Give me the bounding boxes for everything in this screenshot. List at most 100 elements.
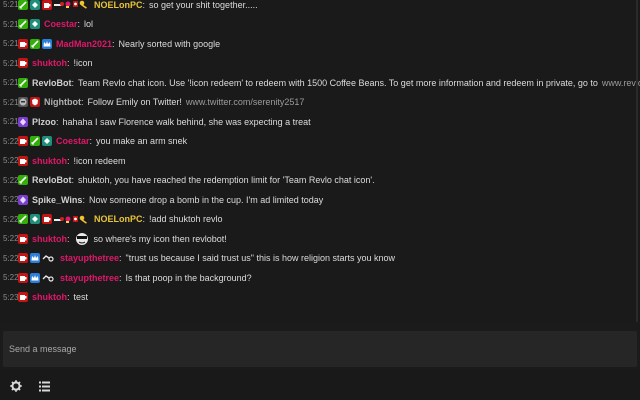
vip-diamond-icon[interactable]: [30, 214, 40, 225]
message-text: !icon: [73, 58, 93, 69]
message-text: test: [73, 292, 89, 303]
chat-username[interactable]: MadMan2021: [56, 39, 112, 49]
message-text: "trust us because I said trust us" this …: [125, 253, 396, 264]
message-text: so get your shit together.....: [149, 0, 258, 10]
message-text: Follow Emily on Twitter!: [87, 97, 182, 108]
username-colon: :: [56, 116, 59, 127]
message-timestamp: 5:22: [3, 214, 19, 224]
vip-diamond-icon[interactable]: [30, 19, 40, 30]
message-timestamp: 5:21: [3, 78, 19, 88]
vip-diamond-icon[interactable]: [30, 0, 40, 10]
subscriber-cup-icon[interactable]: [18, 155, 28, 166]
chat-message: 5:22 stayupthetree: "trust us because I sa…: [0, 249, 640, 269]
chat-username[interactable]: shuktoh: [32, 234, 67, 244]
moderator-sword-icon[interactable]: [30, 136, 40, 147]
shield-badge-icon[interactable]: [30, 97, 40, 108]
moderator-sword-icon[interactable]: [18, 77, 28, 88]
chat-input-container[interactable]: [3, 331, 637, 367]
message-timestamp: 5:22: [3, 175, 19, 185]
chat-message: 5:21 RevloBot: Team Revlo chat icon. Use '…: [0, 73, 640, 93]
message-timestamp: 5:22: [3, 234, 19, 244]
subscriber-cup-icon[interactable]: [18, 253, 28, 264]
username-colon: :: [119, 253, 122, 264]
chat-bottom-toolbar: [0, 370, 640, 400]
chat-message: 5:22 Coestar: you make an arm snek: [0, 132, 640, 152]
subscriber-gem-icon[interactable]: [18, 116, 28, 127]
subscriber-cup-icon[interactable]: [42, 214, 52, 225]
message-timestamp: 5:21: [3, 58, 19, 68]
moderator-sword-icon[interactable]: [18, 0, 28, 10]
message-link[interactable]: www.twitter.com/serenity2517: [186, 97, 305, 107]
message-timestamp: 5:22: [3, 253, 19, 263]
moderator-sword-icon[interactable]: [18, 175, 28, 186]
gear-icon: [10, 380, 22, 392]
chat-username[interactable]: RevloBot: [32, 78, 72, 88]
chat-message: 5:21 Plzoo: hahaha I saw Florence walk beh…: [0, 112, 640, 132]
chat-message-list[interactable]: 5:21 NOELonPC: so get your shit together..…: [0, 0, 640, 322]
chat-username[interactable]: Plzoo: [32, 117, 56, 127]
chat-username[interactable]: NOELonPC: [94, 214, 143, 224]
subscriber-cup-icon[interactable]: [18, 58, 28, 69]
message-text: hahaha I saw Florence walk behind, she w…: [62, 116, 311, 127]
message-text: !add shuktoh revlo: [149, 214, 223, 225]
chat-message: 5:22 stayupthetree: Is that poop in the ba…: [0, 268, 640, 288]
username-colon: :: [67, 233, 70, 244]
moderator-sword-icon[interactable]: [18, 19, 28, 30]
chat-username[interactable]: Coestar: [44, 19, 78, 29]
moderator-sword-icon[interactable]: [30, 38, 40, 49]
message-timestamp: 5:22: [3, 156, 19, 166]
viewer-list-button[interactable]: [36, 378, 52, 394]
message-timestamp: 5:23: [3, 292, 19, 302]
chat-username[interactable]: shuktoh: [32, 292, 67, 302]
subscriber-cup-icon[interactable]: [18, 272, 28, 283]
mini-emotes-icon: [54, 0, 90, 11]
chat-username[interactable]: RevloBot: [32, 175, 72, 185]
message-timestamp: 5:21: [3, 117, 19, 127]
message-text: Nearly sorted with google: [118, 38, 221, 49]
settings-button[interactable]: [8, 378, 24, 394]
subscriber-cup-icon[interactable]: [18, 38, 28, 49]
vip-diamond-icon[interactable]: [42, 136, 52, 147]
chat-username[interactable]: stayupthetree: [60, 273, 119, 283]
message-text: you make an arm snek: [96, 136, 188, 147]
chat-username[interactable]: Coestar: [56, 136, 90, 146]
chat-username[interactable]: shuktoh: [32, 58, 67, 68]
message-link[interactable]: www.revlo.co/oshi7 .: [602, 78, 640, 88]
subscriber-cup-icon[interactable]: [42, 0, 52, 10]
list-icon: [38, 381, 50, 391]
message-text: Is that poop in the background?: [125, 272, 252, 283]
username-colon: :: [112, 38, 115, 49]
moderator-sword-icon[interactable]: [18, 214, 28, 225]
message-timestamp: 5:22: [3, 136, 19, 146]
glasses-badge-icon[interactable]: [42, 273, 56, 283]
glasses-badge-icon[interactable]: [42, 253, 56, 263]
message-timestamp: 5:21: [3, 0, 19, 10]
chat-message-input[interactable]: [3, 331, 637, 367]
username-colon: :: [142, 214, 146, 225]
subscriber-cup-icon[interactable]: [18, 233, 28, 244]
chat-scrollbar[interactable]: [636, 0, 638, 322]
bot-badge-icon[interactable]: [18, 97, 28, 108]
username-colon: :: [82, 194, 85, 205]
chat-username[interactable]: NOELonPC: [94, 0, 143, 10]
chat-message: 5:22 shuktoh: so where's my icon then revl…: [0, 229, 640, 249]
crown-badge-icon[interactable]: [42, 38, 52, 49]
crown-badge-icon[interactable]: [30, 253, 40, 264]
subscriber-gem-icon[interactable]: [18, 194, 28, 205]
chat-message: 5:21 shuktoh: !icon: [0, 54, 640, 74]
subscriber-cup-icon[interactable]: [18, 292, 28, 303]
message-timestamp: 5:22: [3, 273, 19, 283]
chat-username[interactable]: Spike_Wins: [32, 195, 82, 205]
username-colon: :: [142, 0, 146, 10]
chat-message: 5:21 Nightbot: Follow Emily on Twitter! www…: [0, 93, 640, 113]
chat-message: 5:22 shuktoh: !icon redeem: [0, 151, 640, 171]
chat-username[interactable]: shuktoh: [32, 156, 67, 166]
subscriber-cup-icon[interactable]: [18, 136, 28, 147]
chat-message: 5:21 Coestar: lol: [0, 15, 640, 35]
chat-message: 5:22 NOELonPC: !add shuktoh revlo: [0, 210, 640, 230]
crown-badge-icon[interactable]: [30, 272, 40, 283]
chat-username[interactable]: Nightbot: [44, 97, 81, 107]
chat-username[interactable]: stayupthetree: [60, 253, 119, 263]
message-timestamp: 5:22: [3, 195, 19, 205]
message-text: Team Revlo chat icon. Use '!icon redeem'…: [78, 77, 598, 88]
